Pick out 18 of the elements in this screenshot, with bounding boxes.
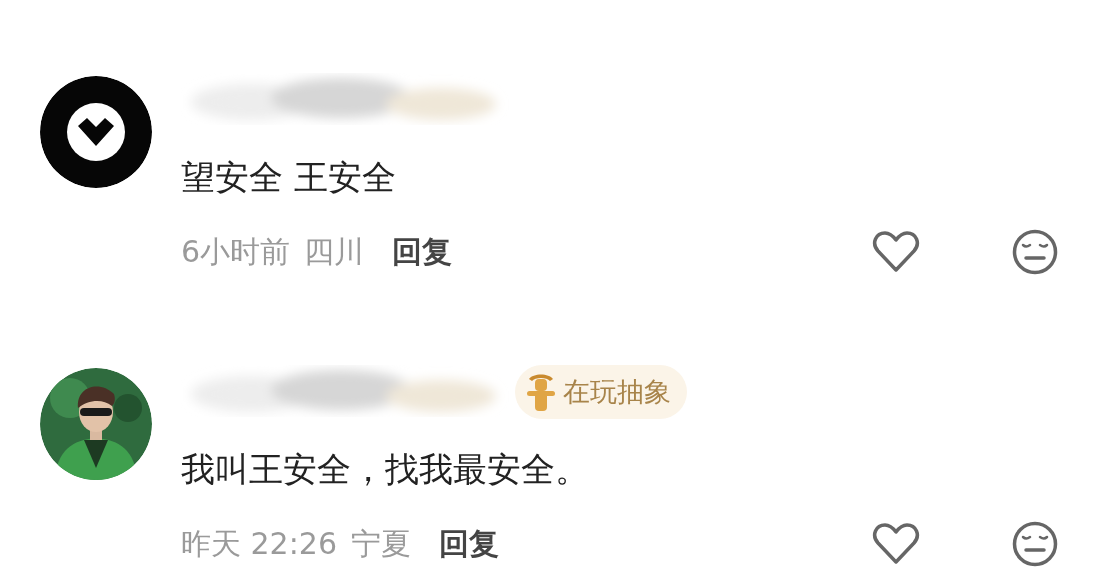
comment-text: 望安全 王安全 <box>181 156 397 199</box>
comment-location: 宁夏 <box>351 524 411 563</box>
like-button[interactable] <box>872 522 920 566</box>
badge-label: 在玩抽象 <box>563 375 671 409</box>
heart-icon <box>872 230 920 274</box>
dislike-button[interactable] <box>1012 521 1058 567</box>
like-button[interactable] <box>872 230 920 274</box>
neutral-face-icon <box>1012 521 1058 567</box>
comment-time: 昨天 22:26 <box>181 524 337 563</box>
comment-time: 6小时前 <box>181 232 291 271</box>
reply-link[interactable]: 回复 <box>392 231 453 273</box>
heart-icon <box>872 522 920 566</box>
dislike-button[interactable] <box>1012 229 1058 275</box>
comment-text: 我叫王安全，找我最安全。 <box>181 448 590 491</box>
neutral-face-icon <box>1012 229 1058 275</box>
reply-link[interactable]: 回复 <box>439 523 499 565</box>
comment-location: 四川 <box>304 232 365 271</box>
logo-avatar-icon[interactable] <box>40 76 152 188</box>
